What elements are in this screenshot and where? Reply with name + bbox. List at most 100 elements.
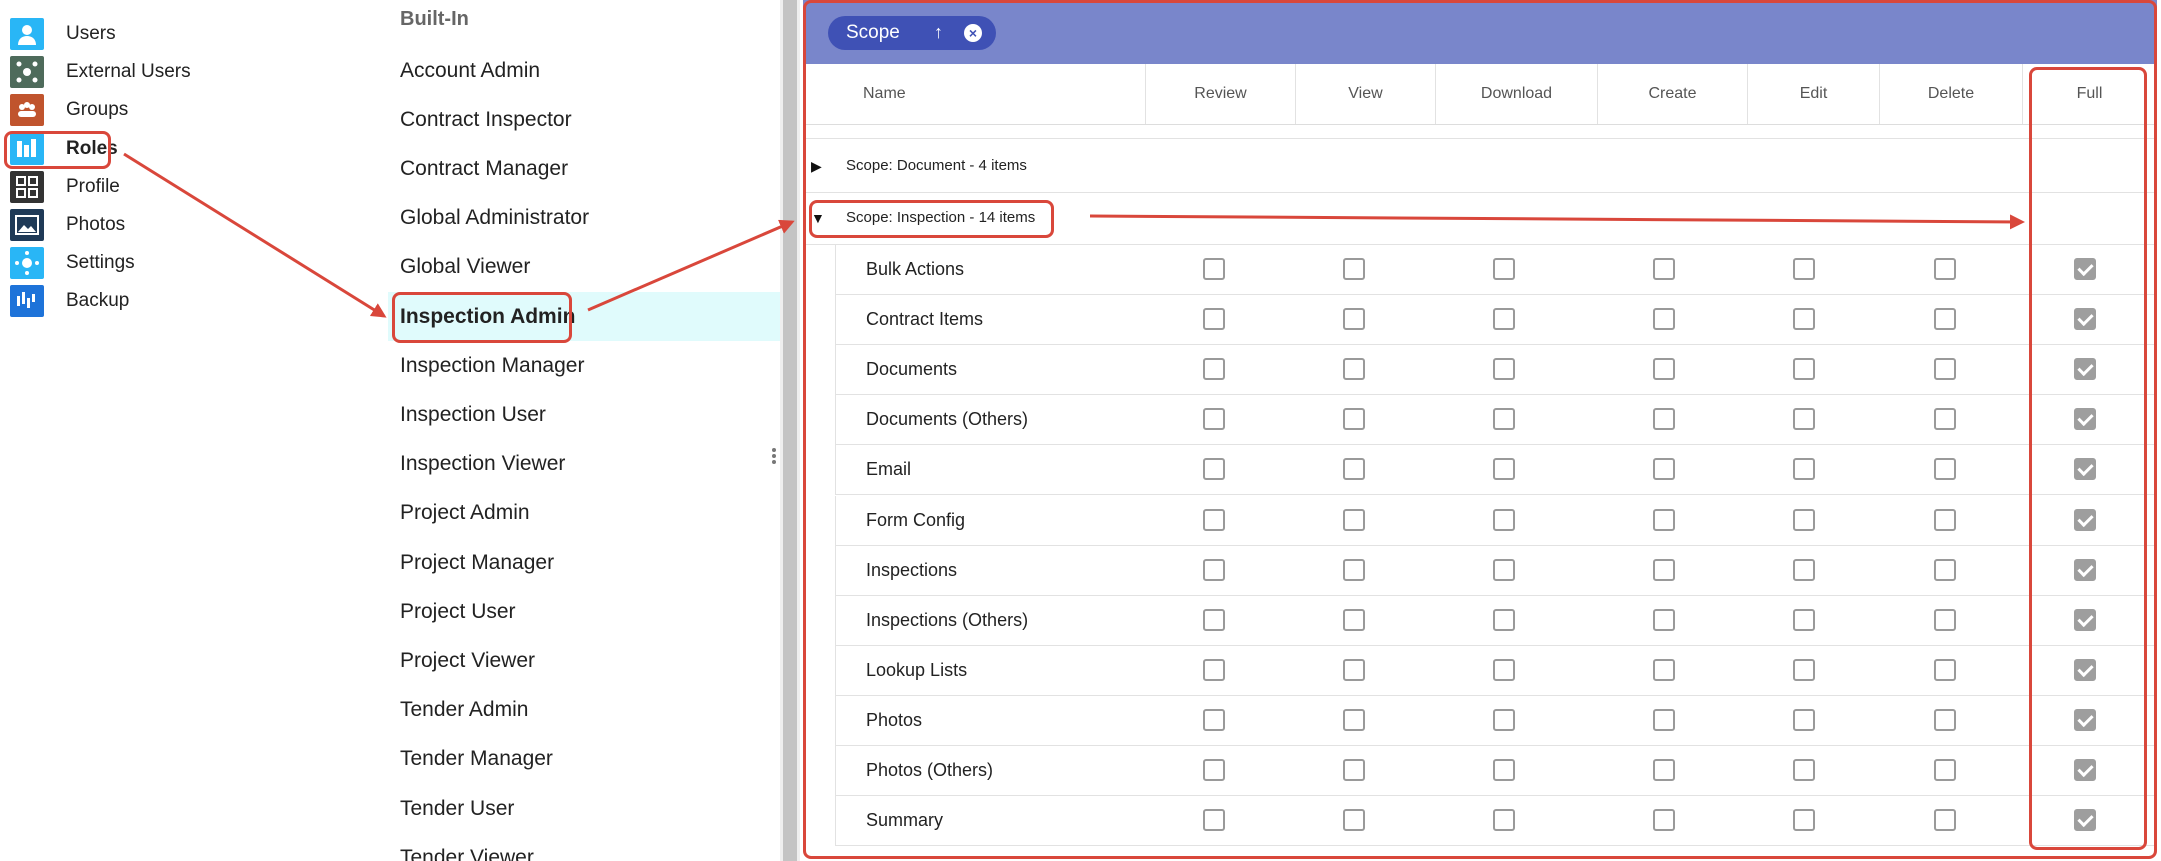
sort-ascending-icon[interactable]: ↑ (934, 22, 943, 43)
permission-checkbox-create[interactable] (1653, 408, 1675, 431)
permission-checkbox-review[interactable] (1203, 358, 1225, 381)
permission-checkbox-view[interactable] (1343, 759, 1365, 781)
permission-checkbox-create[interactable] (1653, 809, 1675, 832)
permission-checkbox-edit[interactable] (1793, 458, 1815, 481)
permission-checkbox-view[interactable] (1343, 308, 1365, 331)
permission-checkbox-create[interactable] (1653, 658, 1675, 681)
column-header-create[interactable]: Create (1598, 64, 1748, 124)
permission-checkbox-review[interactable] (1203, 608, 1225, 631)
permission-checkbox-view[interactable] (1343, 608, 1365, 631)
role-item[interactable]: Project User (388, 587, 780, 636)
role-item[interactable]: Project Admin (388, 489, 780, 538)
permission-checkbox-view[interactable] (1343, 708, 1365, 731)
permission-checkbox-review[interactable] (1203, 408, 1225, 431)
permission-checkbox-create[interactable] (1653, 308, 1675, 331)
permission-checkbox-create[interactable] (1653, 759, 1675, 781)
column-header-review[interactable]: Review (1146, 64, 1296, 124)
role-item[interactable]: Contract Inspector (388, 95, 780, 144)
permission-checkbox-edit[interactable] (1793, 708, 1815, 731)
permission-checkbox-delete[interactable] (1934, 508, 1956, 531)
permission-checkbox-full[interactable] (2074, 608, 2096, 631)
permission-checkbox-edit[interactable] (1793, 809, 1815, 832)
permission-checkbox-delete[interactable] (1934, 458, 1956, 481)
permission-checkbox-view[interactable] (1343, 508, 1365, 531)
permission-checkbox-delete[interactable] (1934, 408, 1956, 431)
permission-checkbox-download[interactable] (1493, 809, 1515, 832)
permission-checkbox-create[interactable] (1653, 258, 1675, 280)
permission-checkbox-delete[interactable] (1934, 608, 1956, 631)
nav-item-users[interactable]: Users (10, 17, 116, 51)
permission-checkbox-create[interactable] (1653, 358, 1675, 381)
permission-checkbox-download[interactable] (1493, 258, 1515, 280)
permission-checkbox-edit[interactable] (1793, 558, 1815, 581)
permission-checkbox-delete[interactable] (1934, 258, 1956, 280)
scrollbar-thumb[interactable] (783, 0, 797, 861)
permission-checkbox-full[interactable] (2074, 809, 2096, 832)
permission-checkbox-review[interactable] (1203, 458, 1225, 481)
permission-checkbox-edit[interactable] (1793, 258, 1815, 280)
remove-chip-icon[interactable]: × (964, 24, 982, 42)
role-item[interactable]: Global Administrator (388, 194, 780, 243)
permission-checkbox-edit[interactable] (1793, 358, 1815, 381)
permission-checkbox-delete[interactable] (1934, 708, 1956, 731)
permission-checkbox-edit[interactable] (1793, 759, 1815, 781)
permission-checkbox-edit[interactable] (1793, 658, 1815, 681)
permission-checkbox-review[interactable] (1203, 809, 1225, 832)
nav-item-settings[interactable]: Settings (10, 246, 135, 280)
role-list-scrollbar[interactable] (780, 0, 800, 861)
permission-checkbox-view[interactable] (1343, 558, 1365, 581)
permission-checkbox-download[interactable] (1493, 658, 1515, 681)
permission-checkbox-download[interactable] (1493, 458, 1515, 481)
permission-checkbox-view[interactable] (1343, 809, 1365, 832)
role-item[interactable]: Contract Manager (388, 144, 780, 193)
permission-checkbox-view[interactable] (1343, 458, 1365, 481)
permission-checkbox-create[interactable] (1653, 558, 1675, 581)
permission-checkbox-edit[interactable] (1793, 508, 1815, 531)
permission-checkbox-full[interactable] (2074, 508, 2096, 531)
permission-checkbox-create[interactable] (1653, 708, 1675, 731)
permission-checkbox-full[interactable] (2074, 658, 2096, 681)
nav-item-roles[interactable]: Roles (10, 132, 118, 166)
permission-checkbox-download[interactable] (1493, 408, 1515, 431)
permission-checkbox-full[interactable] (2074, 759, 2096, 781)
permission-checkbox-delete[interactable] (1934, 358, 1956, 381)
permission-checkbox-edit[interactable] (1793, 608, 1815, 631)
column-header-edit[interactable]: Edit (1748, 64, 1880, 124)
permission-checkbox-delete[interactable] (1934, 308, 1956, 331)
role-item[interactable]: Inspection Manager (388, 341, 780, 390)
role-item[interactable]: Project Manager (388, 538, 780, 587)
permission-checkbox-full[interactable] (2074, 308, 2096, 331)
nav-item-photos[interactable]: Photos (10, 208, 125, 242)
nav-item-external-users[interactable]: External Users (10, 55, 191, 89)
column-header-delete[interactable]: Delete (1880, 64, 2023, 124)
permission-checkbox-delete[interactable] (1934, 658, 1956, 681)
permission-checkbox-full[interactable] (2074, 358, 2096, 381)
nav-item-groups[interactable]: Groups (10, 93, 128, 127)
permission-checkbox-review[interactable] (1203, 258, 1225, 280)
expand-triangle-icon[interactable]: ▶ (811, 158, 822, 175)
permission-checkbox-view[interactable] (1343, 358, 1365, 381)
permission-checkbox-delete[interactable] (1934, 759, 1956, 781)
permission-checkbox-create[interactable] (1653, 608, 1675, 631)
role-item[interactable]: Project Viewer (388, 636, 780, 685)
role-item[interactable]: Inspection Admin (388, 292, 780, 341)
role-item[interactable]: Account Admin (388, 46, 780, 95)
role-item[interactable]: Tender Manager (388, 735, 780, 784)
permission-checkbox-review[interactable] (1203, 508, 1225, 531)
scope-group-chip[interactable]: Scope ↑ × (828, 16, 996, 50)
nav-item-profile[interactable]: Profile (10, 170, 120, 204)
permission-checkbox-review[interactable] (1203, 558, 1225, 581)
permission-checkbox-download[interactable] (1493, 708, 1515, 731)
permission-checkbox-delete[interactable] (1934, 809, 1956, 832)
role-item[interactable]: Tender Viewer (388, 833, 780, 861)
role-item[interactable]: Tender User (388, 784, 780, 833)
permission-checkbox-download[interactable] (1493, 308, 1515, 331)
permission-checkbox-full[interactable] (2074, 458, 2096, 481)
permission-checkbox-download[interactable] (1493, 358, 1515, 381)
permission-checkbox-create[interactable] (1653, 458, 1675, 481)
permission-checkbox-full[interactable] (2074, 708, 2096, 731)
column-header-full[interactable]: Full (2023, 64, 2157, 124)
permission-checkbox-edit[interactable] (1793, 408, 1815, 431)
role-item[interactable]: Global Viewer (388, 243, 780, 292)
permission-checkbox-view[interactable] (1343, 658, 1365, 681)
